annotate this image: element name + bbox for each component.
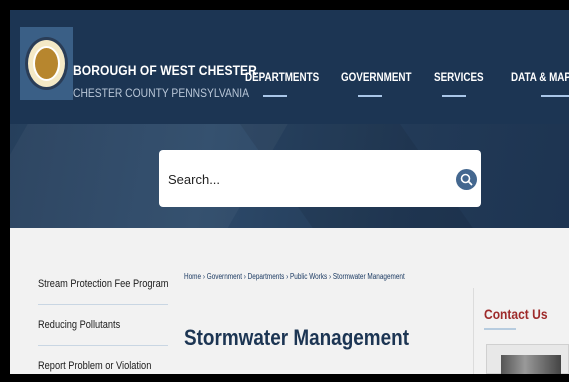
borough-seal-logo <box>25 37 68 90</box>
sidebar-item-stream-protection-fee[interactable]: Stream Protection Fee Program <box>38 264 168 305</box>
contact-us-underline <box>484 328 516 330</box>
nav-data-maps-underline <box>541 95 569 97</box>
nav-departments[interactable]: DEPARTMENTS <box>245 70 319 84</box>
sidebar-item-report-problem[interactable]: Report Problem or Violation <box>38 346 168 374</box>
nav-government[interactable]: GOVERNMENT <box>341 70 412 84</box>
search-button[interactable] <box>456 169 477 190</box>
sidebar-item-label: Reducing Pollutants <box>38 319 121 331</box>
contact-us-heading: Contact Us <box>484 306 548 322</box>
nav-services-underline <box>442 95 466 97</box>
nav-departments-underline <box>263 95 287 97</box>
nav-data-maps[interactable]: DATA & MAP S <box>511 70 569 84</box>
sidebar-item-reducing-pollutants[interactable]: Reducing Pollutants <box>38 305 168 346</box>
breadcrumb[interactable]: Home › Government › Departments › Public… <box>184 272 405 281</box>
sidebar-item-label: Stream Protection Fee Program <box>38 278 169 290</box>
column-divider <box>473 288 474 374</box>
nav-services[interactable]: SERVICES <box>434 70 484 84</box>
logo-link[interactable] <box>20 27 73 100</box>
search-icon <box>460 173 473 186</box>
page-title: Stormwater Management <box>184 325 409 350</box>
sidebar-item-label: Report Problem or Violation <box>38 360 152 372</box>
browser-viewport: BOROUGH OF WEST CHESTER CHESTER COUNTY P… <box>10 10 569 374</box>
seal-emblem <box>33 46 60 81</box>
sidebar-nav: Stream Protection Fee Program Reducing P… <box>38 264 168 374</box>
site-header: BOROUGH OF WEST CHESTER CHESTER COUNTY P… <box>10 10 569 124</box>
site-title[interactable]: BOROUGH OF WEST CHESTER <box>73 62 257 78</box>
site-subtitle: CHESTER COUNTY PENNSYLVANIA <box>73 86 250 100</box>
search-input[interactable] <box>168 170 428 188</box>
nav-government-underline <box>358 95 382 97</box>
contact-photo <box>486 344 569 374</box>
search-bar <box>159 150 481 207</box>
